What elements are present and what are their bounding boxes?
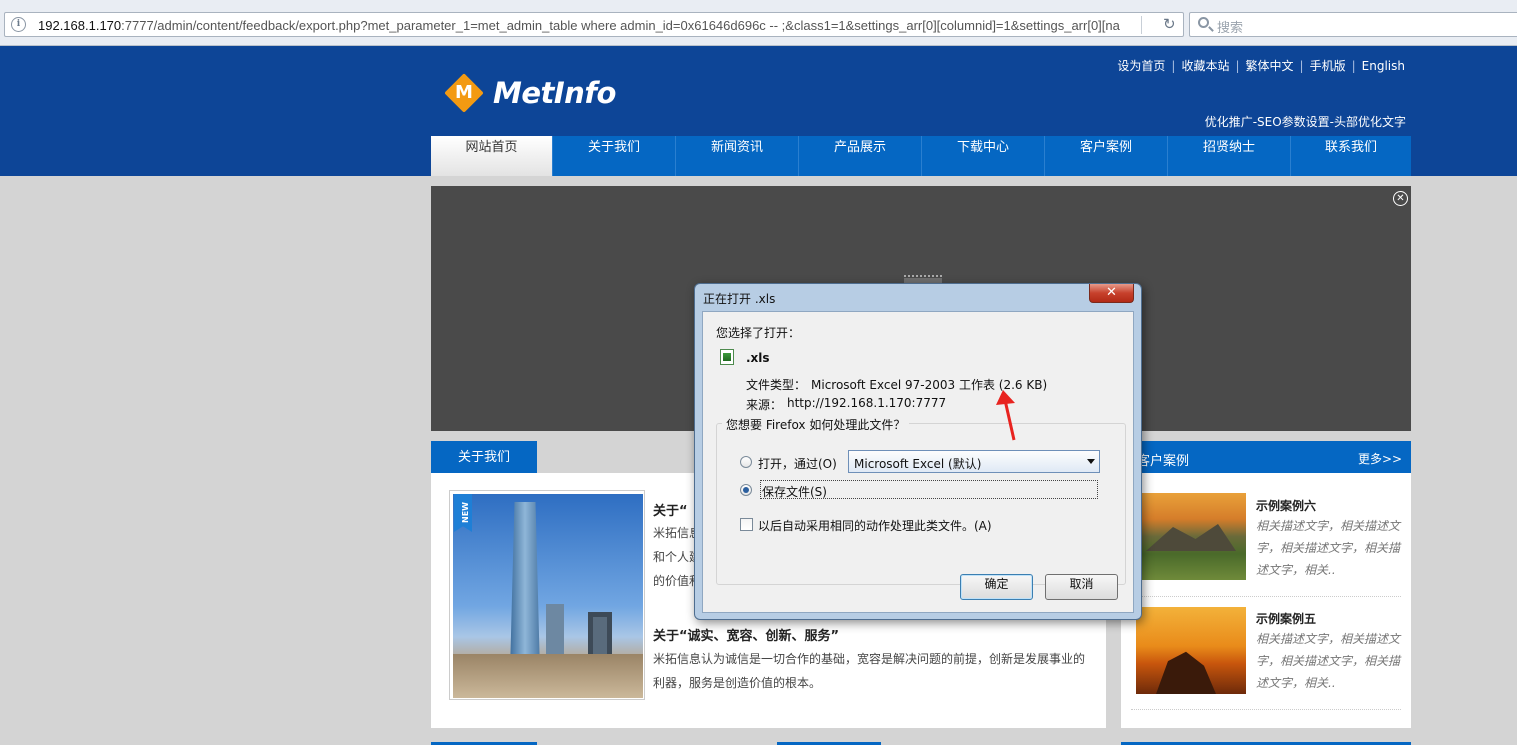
dialog-body: 您选择了打开： .xls 文件类型： Microsoft Excel 97-20… <box>702 311 1134 613</box>
nav-item-home[interactable]: 网站首页 <box>431 136 552 176</box>
new-badge-label: NEW <box>460 502 470 523</box>
new-badge: NEW <box>454 494 472 532</box>
case-desc: 述文字，相关.. <box>1256 676 1336 690</box>
excel-file-icon <box>720 349 734 365</box>
nav-item-jobs[interactable]: 招贤纳士 <box>1167 136 1290 176</box>
top-link-traditional[interactable]: 繁体中文 <box>1246 59 1294 73</box>
open-with-select[interactable]: Microsoft Excel (默认) <box>848 450 1100 473</box>
nav-item-about[interactable]: 关于我们 <box>552 136 675 176</box>
source-value: http://192.168.1.170:7777 <box>787 396 947 410</box>
about-heading: 关于“诚实、宽容、创新、服务” <box>653 629 840 644</box>
top-link-home[interactable]: 设为首页 <box>1117 59 1165 73</box>
action-group <box>716 423 1126 585</box>
search-icon <box>1198 17 1209 28</box>
nav-item-download[interactable]: 下载中心 <box>921 136 1044 176</box>
divider <box>1131 596 1401 597</box>
open-with-label[interactable]: 打开，通过(O) <box>758 455 837 472</box>
logo-letter: M <box>455 82 473 103</box>
top-link-mobile[interactable]: 手机版 <box>1310 59 1346 73</box>
top-link-bookmark[interactable]: 收藏本站 <box>1181 59 1229 73</box>
type-label: 文件类型： <box>746 378 807 392</box>
url-divider <box>1141 16 1142 34</box>
case-image[interactable] <box>1136 607 1246 694</box>
chevron-down-icon <box>1087 459 1095 464</box>
reload-icon[interactable]: ↻ <box>1163 15 1176 33</box>
divider: | <box>1171 59 1176 73</box>
nav-item-news[interactable]: 新闻资讯 <box>675 136 798 176</box>
cases-title: 客户案例 <box>1137 454 1190 469</box>
case-desc: 相关描述文字，相关描述文 <box>1256 632 1401 646</box>
about-heading: 关于“ <box>653 504 688 519</box>
browser-toolbar: i 192.168.1.170:7777/admin/content/feedb… <box>0 0 1517 46</box>
info-icon[interactable]: i <box>11 17 26 32</box>
nav-item-contact[interactable]: 联系我们 <box>1290 136 1411 176</box>
divider: | <box>1299 59 1304 73</box>
nav-item-products[interactable]: 产品展示 <box>798 136 921 176</box>
open-with-value: Microsoft Excel (默认) <box>854 457 982 471</box>
case-desc: 字，相关描述文字，相关描 <box>1256 654 1401 668</box>
download-dialog: 正在打开 .xls ✕ 您选择了打开： .xls 文件类型： Microsoft… <box>694 283 1142 620</box>
search-placeholder: 搜索 <box>1217 21 1244 36</box>
remember-checkbox[interactable] <box>740 518 753 531</box>
top-links: 设为首页 | 收藏本站 | 繁体中文 | 手机版 | English <box>1116 57 1406 74</box>
nav-item-cases[interactable]: 客户案例 <box>1044 136 1167 176</box>
tower-shape <box>510 502 540 672</box>
about-tab[interactable]: 关于我们 <box>431 441 537 473</box>
cancel-button[interactable]: 取消 <box>1045 574 1118 600</box>
url-text[interactable]: 192.168.1.170:7777/admin/content/feedbac… <box>38 18 1128 33</box>
case-title[interactable]: 示例案例六 <box>1256 497 1316 514</box>
case-desc: 相关描述文字，相关描述文 <box>1256 519 1401 533</box>
seo-text: 优化推广-SEO参数设置-头部优化文字 <box>1204 115 1406 129</box>
main-nav: 网站首页 关于我们 新闻资讯 产品展示 下载中心 客户案例 招贤纳士 联系我们 <box>431 136 1411 176</box>
logo-text: MetInfo <box>493 76 616 110</box>
case-title[interactable]: 示例案例五 <box>1256 610 1316 627</box>
ok-button[interactable]: 确定 <box>960 574 1033 600</box>
source-label: 来源： <box>746 398 783 412</box>
url-field[interactable]: i 192.168.1.170:7777/admin/content/feedb… <box>4 12 1184 37</box>
about-line: 利器，服务是创造价值的根本。 <box>653 676 822 690</box>
ground-shape <box>453 654 643 698</box>
cases-panel: 示例案例六 相关描述文字，相关描述文 字，相关描述文字，相关描 述文字，相关..… <box>1121 473 1411 728</box>
about-line: 米拓信息认为诚信是一切合作的基础，宽容是解决问题的前提，创新是发展事业的 <box>653 652 1086 666</box>
divider <box>1131 709 1401 710</box>
open-with-radio[interactable] <box>740 456 752 468</box>
save-file-radio[interactable] <box>740 484 752 496</box>
case-desc: 字，相关描述文字，相关描 <box>1256 541 1401 555</box>
chosen-label: 您选择了打开： <box>716 326 801 340</box>
logo[interactable]: M MetInfo <box>444 73 627 116</box>
action-question: 您想要 Firefox 如何处理此文件？ <box>722 416 910 433</box>
save-file-label[interactable]: 保存文件(S) <box>762 483 827 500</box>
search-input[interactable]: 搜索 <box>1189 12 1517 37</box>
cases-more-link[interactable]: 更多>> <box>1358 450 1402 467</box>
about-photo: NEW <box>449 490 645 700</box>
dialog-title: 正在打开 .xls <box>703 292 776 306</box>
close-icon[interactable]: ✕ <box>1393 191 1408 206</box>
top-link-english[interactable]: English <box>1362 59 1405 73</box>
remember-label[interactable]: 以后自动采用相同的动作处理此类文件。(A) <box>758 517 992 534</box>
building-photo <box>453 494 643 698</box>
type-value: Microsoft Excel 97-2003 工作表 (2.6 KB) <box>811 378 1048 392</box>
url-host: 192.168.1.170 <box>38 18 122 33</box>
case-image[interactable] <box>1136 493 1246 580</box>
case-desc: 述文字，相关.. <box>1256 563 1336 577</box>
close-icon[interactable]: ✕ <box>1089 284 1134 303</box>
url-path: :7777/admin/content/feedback/export.php?… <box>121 18 1120 33</box>
file-name: .xls <box>746 351 770 365</box>
divider: | <box>1351 59 1356 73</box>
divider: | <box>1235 59 1240 73</box>
